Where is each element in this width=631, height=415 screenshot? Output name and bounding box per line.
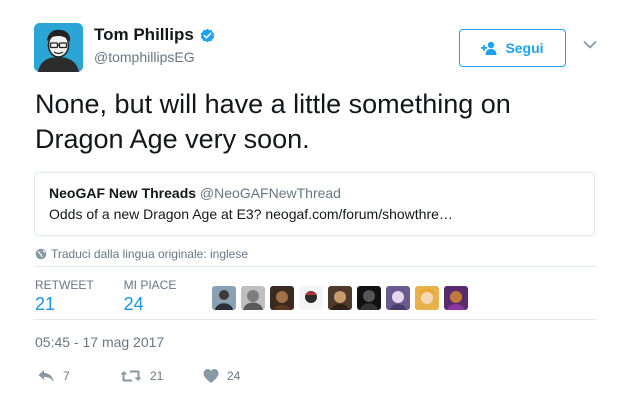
author-handle[interactable]: @tomphillipsEG xyxy=(94,49,216,65)
retweets-stat[interactable]: RETWEET 21 xyxy=(35,278,94,315)
liker-avatars xyxy=(212,286,468,310)
tweet-timestamp[interactable]: 05:45 - 17 mag 2017 xyxy=(35,334,164,350)
globe-icon xyxy=(35,248,47,260)
liker-avatar[interactable] xyxy=(357,286,381,310)
quoted-tweet-handle: @NeoGAFNewThread xyxy=(199,185,341,201)
translate-label: Traduci dalla lingua originale: inglese xyxy=(51,247,249,261)
reply-icon xyxy=(38,370,54,382)
liker-avatar[interactable] xyxy=(212,286,236,310)
retweet-icon xyxy=(120,370,142,382)
liker-avatar[interactable] xyxy=(299,286,323,310)
tweet-stats: RETWEET 21 MI PIACE 24 xyxy=(35,278,206,315)
chevron-down-icon[interactable] xyxy=(583,40,597,50)
likes-value: 24 xyxy=(123,294,144,314)
verified-icon xyxy=(200,28,215,42)
translate-link[interactable]: Traduci dalla lingua originale: inglese xyxy=(35,247,248,261)
liker-avatar[interactable] xyxy=(444,286,468,310)
heart-icon xyxy=(203,369,219,383)
liker-avatar[interactable] xyxy=(386,286,410,310)
quoted-tweet[interactable]: NeoGAF New Threads @NeoGAFNewThread Odds… xyxy=(34,172,595,236)
quoted-tweet-name: NeoGAF New Threads xyxy=(49,185,197,201)
retweet-button[interactable]: 21 xyxy=(120,368,203,384)
liker-avatar[interactable] xyxy=(328,286,352,310)
liker-avatar[interactable] xyxy=(415,286,439,310)
divider-bottom xyxy=(34,319,596,320)
liker-avatar[interactable] xyxy=(241,286,265,310)
retweet-count: 21 xyxy=(150,369,164,383)
divider-top xyxy=(34,266,596,267)
likes-label: MI PIACE xyxy=(123,278,177,292)
reply-count: 7 xyxy=(63,369,70,383)
add-user-icon xyxy=(481,41,497,55)
follow-button-label: Segui xyxy=(505,40,544,56)
follow-button[interactable]: Segui xyxy=(459,29,566,67)
author-block: Tom Phillips @tomphillipsEG xyxy=(94,25,216,65)
avatar[interactable] xyxy=(34,23,83,72)
likes-stat[interactable]: MI PIACE 24 xyxy=(124,278,177,315)
tweet-text: None, but will have a little something o… xyxy=(35,89,511,154)
like-count: 24 xyxy=(227,369,241,383)
tweet-actions: 7 21 24 xyxy=(37,368,240,384)
retweets-value: 21 xyxy=(35,294,56,314)
reply-button[interactable]: 7 xyxy=(37,368,120,384)
like-button[interactable]: 24 xyxy=(203,368,240,384)
retweets-label: RETWEET xyxy=(35,278,94,292)
quoted-tweet-text: Odds of a new Dragon Age at E3? neogaf.c… xyxy=(49,206,453,222)
liker-avatar[interactable] xyxy=(270,286,294,310)
author-display-name[interactable]: Tom Phillips xyxy=(94,25,194,45)
